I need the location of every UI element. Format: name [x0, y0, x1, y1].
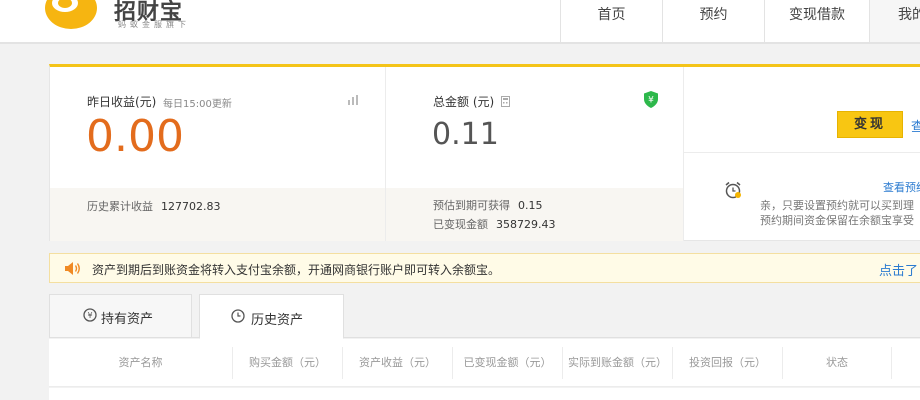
- tip-line-1: 亲，只要设置预约就可以买到理: [760, 199, 914, 212]
- calculator-icon[interactable]: [501, 96, 510, 107]
- history-earnings-value: 127702.83: [161, 200, 221, 213]
- cashed-value: 358729.43: [496, 218, 556, 231]
- actions-section: 变现 查 查看预约 亲，只要设置预约就可以买到理 预约期间资金保留在余额宝享受: [684, 67, 920, 241]
- asset-table-header: 资产名称 购买金额（元） 资产收益（元） 已变现金额（元） 实际到账金额（元） …: [49, 339, 920, 387]
- asset-summary-panel: 昨日收益(元) 每日15:00更新 0.00 历史累计收益 127702.83 总…: [49, 64, 920, 241]
- notice-bar: 资产到期后到账资金将转入支付宝余额，开通网商银行账户即可转入余额宝。 点击了: [49, 253, 920, 283]
- view-reservation-link[interactable]: 查看预约: [883, 179, 920, 195]
- expected-label: 预估到期可获得: [433, 199, 510, 212]
- logo-subtitle: 蚂蚁金服旗下: [118, 20, 190, 29]
- divider: [684, 152, 920, 153]
- nav-mine[interactable]: 我的: [869, 0, 920, 42]
- total-amount-value: 0.11: [432, 117, 499, 152]
- alarm-clock-icon: [725, 181, 741, 199]
- column-asset-earnings[interactable]: 资产收益（元）: [343, 347, 453, 379]
- yesterday-footer: 历史累计收益 127702.83: [50, 188, 385, 241]
- chart-icon[interactable]: [347, 94, 359, 106]
- tip-line-2: 预约期间资金保留在余额宝享受: [760, 214, 914, 227]
- update-note: 每日15:00更新: [163, 99, 232, 110]
- notice-text: 资产到期后到账资金将转入支付宝余额，开通网商银行账户即可转入余额宝。: [92, 263, 501, 277]
- shield-icon[interactable]: ¥: [643, 91, 659, 108]
- yesterday-earnings-section: 昨日收益(元) 每日15:00更新 0.00 历史累计收益 127702.83: [50, 67, 386, 241]
- column-actual-received[interactable]: 实际到账金额（元）: [563, 347, 673, 379]
- main-nav: 首页 预约 变现借款 我的: [560, 0, 920, 42]
- clock-icon: [231, 309, 245, 323]
- speaker-icon: [65, 262, 80, 275]
- expected-value: 0.15: [518, 199, 543, 212]
- history-earnings-label: 历史累计收益: [87, 200, 153, 213]
- expected-amount: 预估到期可获得 0.15: [433, 197, 543, 213]
- column-status[interactable]: 状态: [783, 347, 892, 379]
- notice-link[interactable]: 点击了: [879, 260, 918, 279]
- svg-text:¥: ¥: [648, 96, 654, 106]
- total-footer: 预估到期可获得 0.15 已变现金额 358729.43: [386, 188, 683, 241]
- tab-history-assets[interactable]: 历史资产: [199, 294, 344, 339]
- nav-cashout-loan[interactable]: 变现借款: [764, 0, 869, 42]
- nav-home[interactable]: 首页: [560, 0, 662, 42]
- asset-tabs: ¥ 持有资产 历史资产: [49, 294, 920, 339]
- table-body: [49, 388, 920, 400]
- tab-holding-assets[interactable]: ¥ 持有资产: [49, 294, 192, 338]
- tab-history-label: 历史资产: [251, 313, 304, 328]
- column-investment-return[interactable]: 投资回报（元）: [673, 347, 783, 379]
- yen-circle-icon: ¥: [83, 308, 97, 322]
- reservation-tip: 亲，只要设置预约就可以买到理 预约期间资金保留在余额宝享受: [760, 198, 914, 228]
- cashout-button[interactable]: 变现: [837, 111, 903, 138]
- column-asset-name[interactable]: 资产名称: [49, 347, 233, 379]
- svg-text:¥: ¥: [87, 311, 92, 320]
- yesterday-earnings-value: 0.00: [86, 111, 184, 162]
- total-amount-label: 总金额 (元): [433, 95, 495, 109]
- history-earnings: 历史累计收益 127702.83: [87, 198, 221, 214]
- top-header: 招财宝 蚂蚁金服旗下 首页 预约 变现借款 我的: [0, 0, 920, 44]
- tab-holding-label: 持有资产: [101, 312, 154, 327]
- cashed-amount: 已变现金额 358729.43: [433, 216, 556, 232]
- cashed-label: 已变现金额: [433, 218, 488, 231]
- cashout-detail-link[interactable]: 查: [911, 116, 920, 135]
- yesterday-earnings-label: 昨日收益(元): [87, 95, 157, 109]
- total-amount-section: 总金额 (元) ¥ 0.11 预估到期可获得 0.15 已变现金额 358729.4…: [386, 67, 684, 241]
- nav-reserve[interactable]: 预约: [662, 0, 764, 42]
- logo-icon[interactable]: [44, 0, 98, 30]
- column-purchase-amount[interactable]: 购买金额（元）: [233, 347, 343, 379]
- column-cashed-amount[interactable]: 已变现金额（元）: [453, 347, 563, 379]
